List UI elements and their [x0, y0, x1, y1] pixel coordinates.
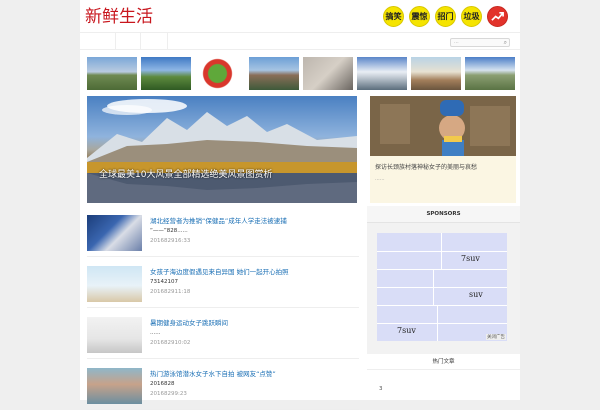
nav-divider: [140, 33, 141, 50]
thumbnail[interactable]: [87, 57, 137, 90]
sponsors-heading: SPONSORS: [367, 206, 520, 223]
hero-banner[interactable]: 全球最美10大风景全部精选绝美风景图赏析: [87, 96, 357, 203]
nav-divider: [115, 33, 116, 50]
category-badges: 搞笑 震惊 招门 垃圾: [383, 6, 508, 27]
article-thumbnail[interactable]: [87, 368, 142, 404]
badge-trash[interactable]: 垃圾: [461, 6, 482, 27]
list-item: 女孩子海边度假遇见来自异国 她们一起开心拍照 73142107 20168291…: [87, 257, 359, 308]
nav-divider: [167, 33, 168, 50]
thumbnail-strip: [87, 57, 515, 90]
ad-close-button[interactable]: 关闭广告: [486, 334, 506, 340]
thumbnail[interactable]: [141, 57, 191, 90]
article-excerpt: “——”828......: [150, 228, 188, 234]
article-thumbnail[interactable]: [87, 266, 142, 302]
thumbnail[interactable]: [465, 57, 515, 90]
badge-shocking[interactable]: 震惊: [409, 6, 430, 27]
search-placeholder: ...: [454, 39, 459, 45]
article-date: 20168299:23: [150, 391, 187, 397]
list-item: 暑期健身运动女子跳跃瞬间 ...... 201682910:02: [87, 308, 359, 359]
trending-badge[interactable]: [487, 6, 508, 27]
ad-text[interactable]: suv: [469, 290, 483, 299]
thumbnail[interactable]: [411, 57, 461, 90]
article-date: 201682911:18: [150, 289, 191, 295]
badge-tips[interactable]: 招门: [435, 6, 456, 27]
article-title[interactable]: 暑期健身运动女子跳跃瞬间: [150, 317, 228, 327]
page: 新鲜生活 搞笑 震惊 招门 垃圾 ... ⌕ 全球最美10大风景全部精选绝美风景…: [80, 0, 520, 410]
ad-text[interactable]: 7suv: [397, 326, 416, 335]
feature-image: [370, 96, 516, 156]
popular-posts-heading: 热门文章: [367, 354, 520, 370]
article-date: 201682916:33: [150, 238, 191, 244]
article-excerpt: 2016828: [150, 381, 175, 387]
ad-divider: [377, 269, 507, 270]
thumbnail[interactable]: [195, 57, 245, 90]
search-icon[interactable]: ⌕: [504, 39, 507, 46]
hero-caption[interactable]: 全球最美10大风景全部精选绝美风景图赏析: [99, 167, 272, 180]
trending-icon: [491, 11, 504, 21]
badge-funny[interactable]: 搞笑: [383, 6, 404, 27]
ad-divider: [437, 305, 438, 341]
ad-text[interactable]: 7suv: [461, 254, 480, 263]
article-title[interactable]: 热门游泳馆潜水女子水下自拍 被网友“点赞”: [150, 368, 276, 378]
hero-image: [87, 99, 357, 203]
ad-divider: [377, 323, 507, 324]
article-date: 201682910:02: [150, 340, 191, 346]
article-thumbnail[interactable]: [87, 215, 142, 251]
ad-divider: [377, 287, 507, 288]
article-title[interactable]: 湖北经营者为推销“保健品”成年人学走法被逮捕: [150, 215, 287, 225]
feature-card[interactable]: 探访长颈族村落神秘女子的美丽与哀愁 ......: [370, 96, 516, 203]
thumbnail[interactable]: [249, 57, 299, 90]
article-list: 湖北经营者为推销“保健品”成年人学走法被逮捕 “——”828...... 201…: [87, 206, 359, 410]
list-item: 热门游泳馆潜水女子水下自拍 被网友“点赞” 2016828 20168299:2…: [87, 359, 359, 410]
list-item: 湖北经营者为推销“保健品”成年人学走法被逮捕 “——”828...... 201…: [87, 206, 359, 257]
popular-posts: 热门文章 3: [367, 354, 520, 400]
sponsor-ad[interactable]: 7suv suv 7suv 关闭广告: [377, 233, 507, 341]
sidebar: SPONSORS 7suv suv 7suv 关闭广告 热门文章 3: [367, 206, 520, 400]
search-input[interactable]: ... ⌕: [450, 38, 510, 47]
feature-title[interactable]: 探访长颈族村落神秘女子的美丽与哀愁: [375, 162, 477, 171]
feature-excerpt: ......: [375, 176, 385, 182]
article-excerpt: ......: [150, 330, 161, 336]
ad-divider: [377, 251, 507, 252]
nav-bar: ... ⌕: [80, 32, 520, 50]
ad-divider: [377, 305, 507, 306]
thumbnail[interactable]: [303, 57, 353, 90]
thumbnail[interactable]: [357, 57, 407, 90]
popular-post-item[interactable]: 3: [379, 386, 383, 392]
article-excerpt: 73142107: [150, 279, 178, 285]
article-thumbnail[interactable]: [87, 317, 142, 353]
ad-divider: [433, 269, 434, 305]
article-title[interactable]: 女孩子海边度假遇见来自异国 她们一起开心拍照: [150, 266, 289, 276]
site-logo[interactable]: 新鲜生活: [85, 7, 153, 27]
ad-divider: [441, 233, 442, 269]
